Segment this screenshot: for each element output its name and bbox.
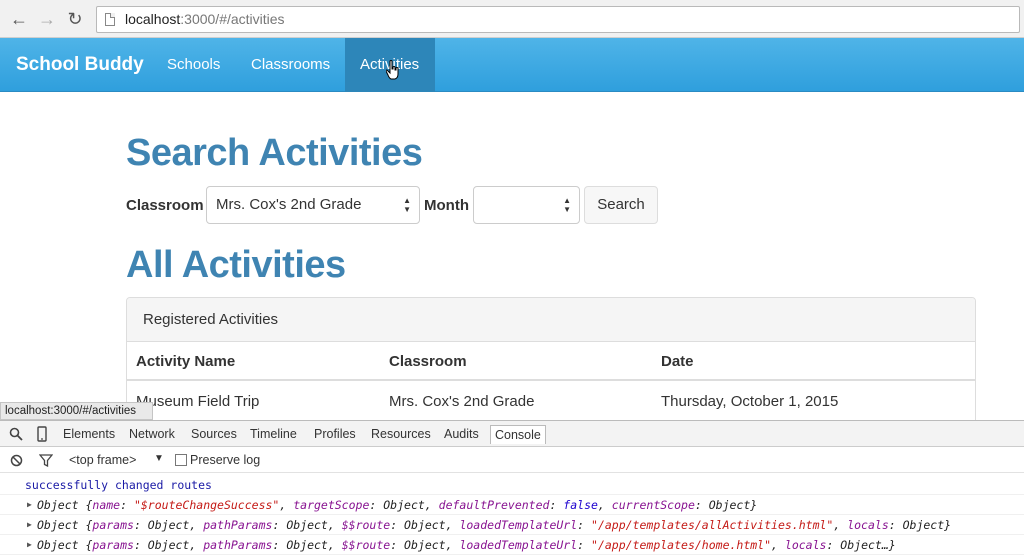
obj-key: locals [784,538,827,552]
obj-value: Object [147,538,190,552]
column-header-activity-name: Activity Name [136,353,236,370]
obj-key: params [92,538,134,552]
forward-icon[interactable]: → [36,9,58,31]
cell-date: Thursday, October 1, 2015 [661,393,839,410]
select-arrows-icon: ▲ ▼ [563,196,571,214]
obj-key: params [92,518,134,532]
obj-suffix: } [944,518,952,532]
classroom-select-value: Mrs. Cox's 2nd Grade [216,196,362,213]
hand-cursor-icon [386,60,399,80]
brand-link[interactable]: School Buddy [16,54,144,76]
obj-prefix: Object { [37,538,93,552]
month-label: Month [424,197,469,214]
obj-value: Object [404,538,446,552]
console-object: Object {name: "$routeChangeSuccess", tar… [37,498,758,512]
obj-prefix: Object { [37,518,93,532]
obj-key: $$route [341,538,391,552]
tab-resources[interactable]: Resources [371,427,431,441]
obj-key: defaultPrevented [438,498,550,512]
preserve-log-checkbox[interactable] [175,454,187,466]
obj-value: Object [708,498,751,512]
preserve-log-label: Preserve log [190,453,261,467]
table-row[interactable]: Museum Field Trip Mrs. Cox's 2nd Grade T… [127,381,975,421]
address-bar[interactable]: localhost:3000/#/activities [96,6,1020,33]
obj-value: Object…} [840,538,896,552]
obj-value: Object [383,498,425,512]
panel-heading: Registered Activities [127,298,975,342]
filter-icon[interactable] [39,454,53,467]
obj-key: targetScope [293,498,370,512]
classroom-label: Classroom [126,197,204,214]
search-button[interactable]: Search [584,186,658,224]
obj-value: Object [286,518,328,532]
devtools-tabbar: Elements Network Sources Timeline Profil… [0,421,1024,447]
url-path: :3000/#/activities [180,11,285,27]
cell-classroom: Mrs. Cox's 2nd Grade [389,393,535,410]
devtools-panel: Elements Network Sources Timeline Profil… [0,420,1024,558]
activities-panel: Registered Activities Activity Name Clas… [126,297,976,427]
column-header-classroom: Classroom [389,353,467,370]
select-arrows-icon: ▲ ▼ [403,196,411,214]
expand-arrow-icon[interactable]: ▶ [27,535,32,555]
obj-value: Object [404,518,446,532]
reload-icon[interactable]: ↻ [64,9,86,31]
tab-profiles[interactable]: Profiles [314,427,356,441]
frame-dropdown-icon[interactable]: ▼ [154,453,164,464]
console-message[interactable]: ▶ Object {params: Object, pathParams: Ob… [0,515,1024,535]
obj-key: $$route [341,518,391,532]
expand-arrow-icon[interactable]: ▶ [27,495,32,515]
table-header: Activity Name Classroom Date [127,342,975,381]
page-icon [105,13,115,26]
frame-selector[interactable]: <top frame> [69,453,136,467]
obj-value: "/app/templates/home.html" [591,538,772,552]
month-select[interactable]: ▲ ▼ [473,186,580,224]
obj-value: false [563,498,598,512]
obj-value: Object [286,538,328,552]
tab-timeline[interactable]: Timeline [250,427,297,441]
console-message: successfully changed routes [0,475,1024,495]
obj-key: loadedTemplateUrl [459,518,578,532]
obj-key: pathParams [203,518,273,532]
tab-sources[interactable]: Sources [191,427,237,441]
tab-console[interactable]: Console [490,425,546,444]
cell-activity-name: Museum Field Trip [136,393,260,410]
obj-suffix: } [750,498,758,512]
column-header-date: Date [661,353,694,370]
obj-value: Object [902,518,945,532]
search-icon[interactable] [9,427,23,441]
obj-key: pathParams [203,538,273,552]
app-navbar: School Buddy Schools Classrooms Activiti… [0,38,1024,92]
tab-elements[interactable]: Elements [63,427,115,441]
classroom-select[interactable]: Mrs. Cox's 2nd Grade ▲ ▼ [206,186,420,224]
tab-audits[interactable]: Audits [444,427,479,441]
all-activities-title: All Activities [126,244,346,286]
obj-prefix: Object { [37,498,93,512]
nav-link-classrooms[interactable]: Classrooms [236,38,345,92]
status-url-tooltip: localhost:3000/#/activities [0,402,153,420]
url-host: localhost [125,11,181,27]
search-title: Search Activities [126,132,423,174]
obj-key: locals [847,518,889,532]
clear-console-icon[interactable] [10,454,23,467]
device-mode-icon[interactable] [37,426,47,442]
expand-arrow-icon[interactable]: ▶ [27,515,32,535]
obj-key: loadedTemplateUrl [459,538,578,552]
console-output: successfully changed routes ▶ Object {na… [0,475,1024,555]
console-message[interactable]: ▶ Object {params: Object, pathParams: Ob… [0,535,1024,555]
obj-value: "$routeChangeSuccess" [133,498,280,512]
console-object: Object {params: Object, pathParams: Obje… [37,538,896,552]
console-object: Object {params: Object, pathParams: Obje… [37,518,952,532]
console-message[interactable]: ▶ Object {name: "$routeChangeSuccess", t… [0,495,1024,515]
console-toolbar: <top frame> ▼ Preserve log [0,448,1024,473]
browser-toolbar: ← → ↻ localhost:3000/#/activities [0,0,1024,38]
obj-value: "/app/templates/allActivities.html" [591,518,834,532]
obj-key: name [92,498,121,512]
tab-network[interactable]: Network [129,427,175,441]
obj-key: currentScope [611,498,695,512]
obj-value: Object [147,518,190,532]
back-icon[interactable]: ← [8,9,30,31]
nav-link-schools[interactable]: Schools [152,38,235,92]
